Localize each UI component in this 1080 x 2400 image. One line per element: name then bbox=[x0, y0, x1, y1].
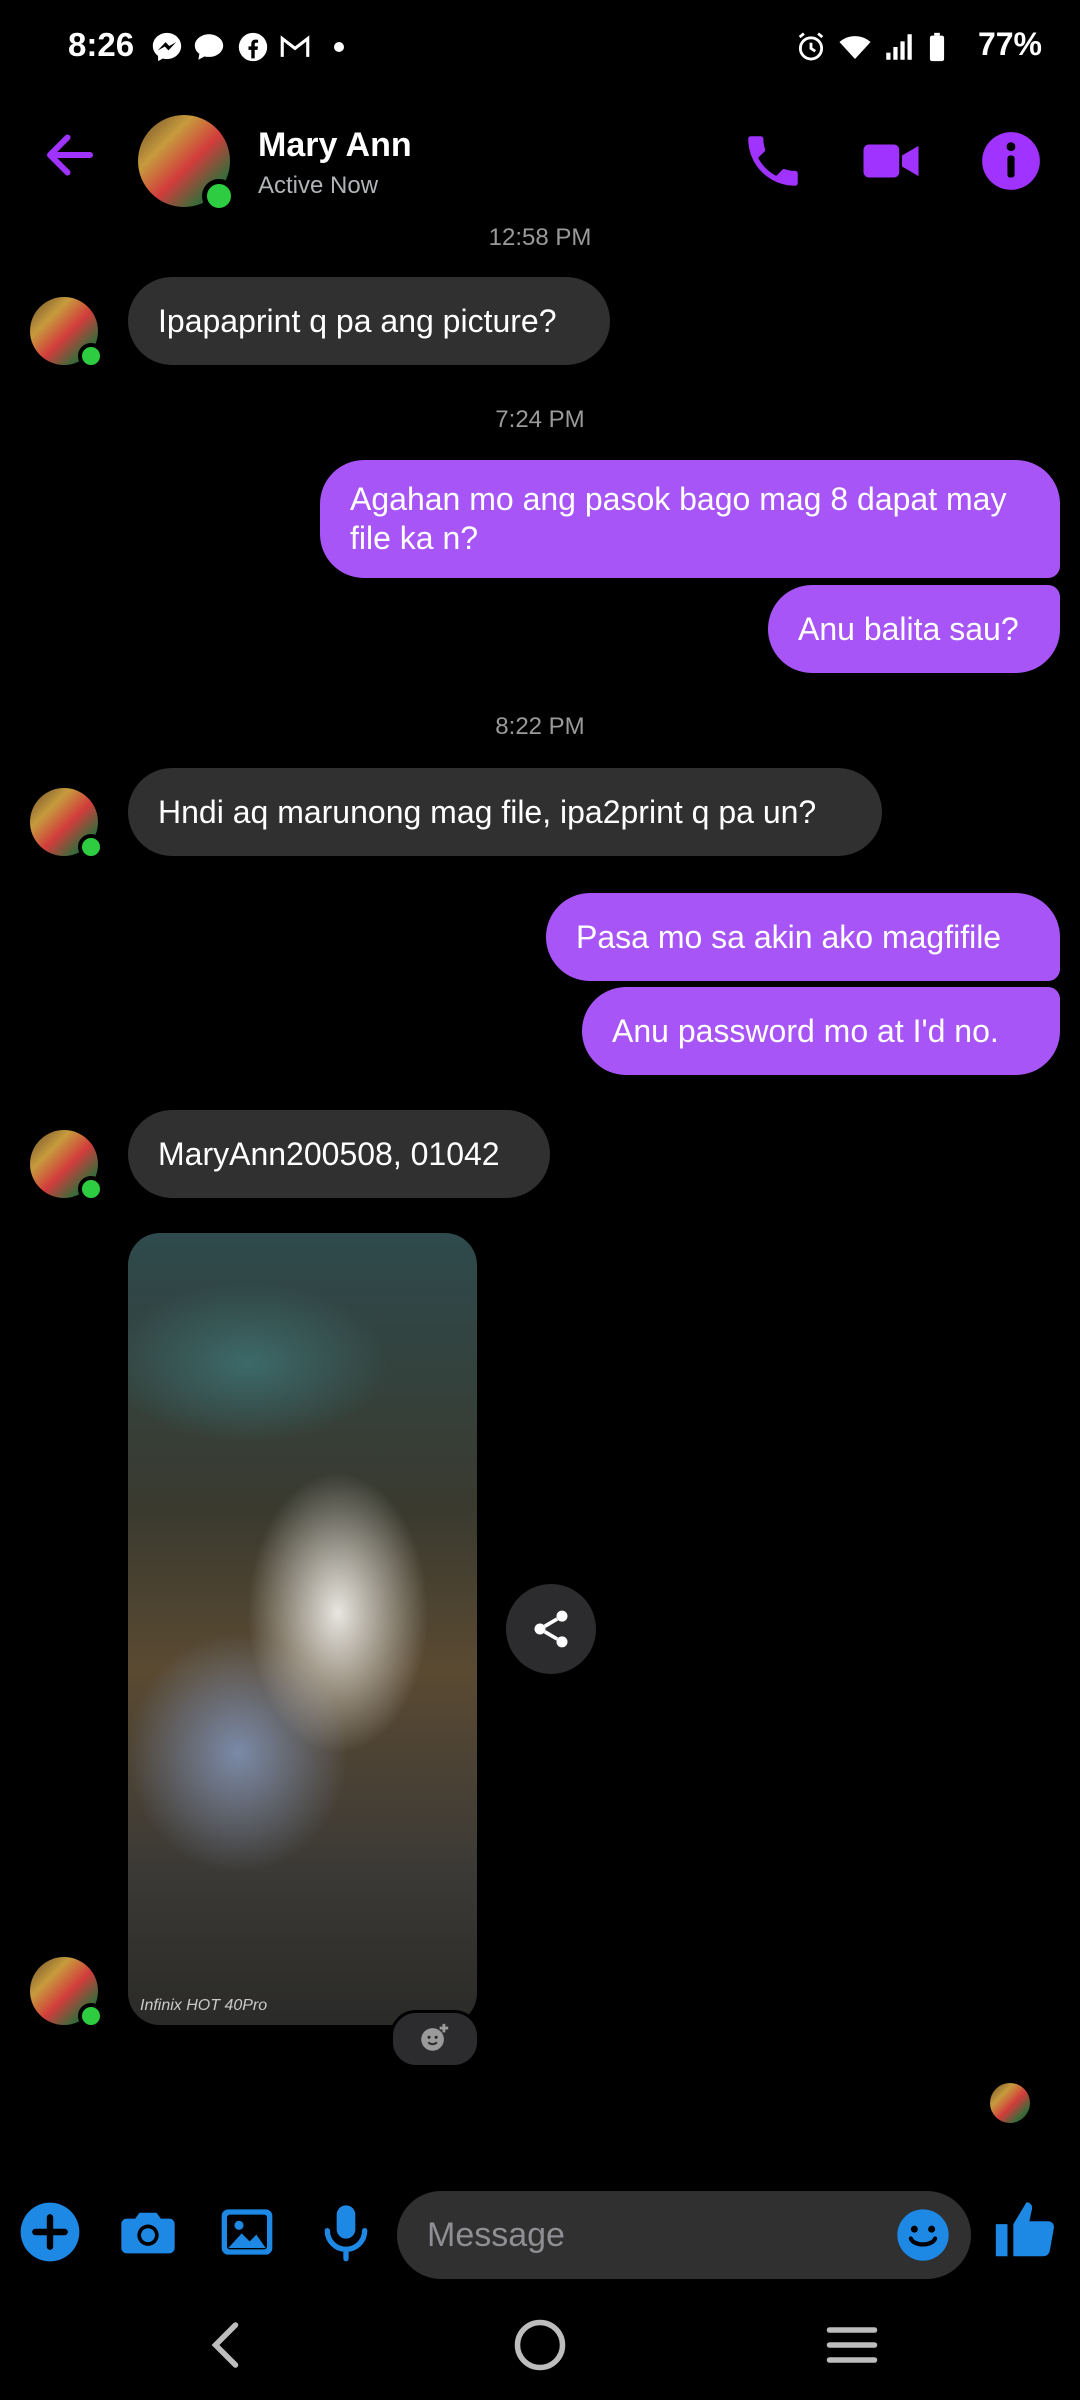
outgoing-message[interactable]: Anu password mo at I'd no. bbox=[582, 987, 1060, 1075]
dot-icon bbox=[334, 42, 344, 52]
video-icon[interactable] bbox=[858, 128, 924, 194]
phone-icon[interactable] bbox=[740, 128, 806, 194]
outgoing-message[interactable]: Pasa mo sa akin ako magfifile bbox=[546, 893, 1060, 981]
timestamp: 8:22 PM bbox=[495, 713, 585, 740]
messenger-icon bbox=[152, 32, 182, 62]
share-icon bbox=[534, 1610, 568, 1648]
chat-icon bbox=[194, 34, 224, 60]
status-time: 8:26 bbox=[68, 26, 135, 63]
outgoing-message[interactable]: Agahan mo ang pasok bago mag 8 dapat may… bbox=[320, 460, 1060, 578]
photo-watermark: Infinix HOT 40Pro bbox=[140, 1997, 268, 2014]
home-nav-icon[interactable] bbox=[510, 2315, 570, 2375]
battery-percentage: 77% bbox=[977, 26, 1042, 62]
seen-receipt-avatar bbox=[990, 2083, 1030, 2123]
gmail-icon bbox=[280, 35, 310, 57]
online-indicator bbox=[202, 179, 236, 213]
online-indicator bbox=[78, 1176, 104, 1202]
add-reaction-button[interactable] bbox=[390, 2010, 480, 2068]
incoming-message[interactable]: Hndi aq marunong mag file, ipa2print q p… bbox=[128, 768, 882, 856]
message-avatar bbox=[30, 1957, 104, 2029]
facebook-icon bbox=[238, 32, 268, 62]
battery-icon bbox=[929, 32, 945, 62]
thumbs-up-icon[interactable] bbox=[990, 2195, 1060, 2265]
recents-nav-icon[interactable] bbox=[822, 2315, 882, 2375]
mic-icon[interactable] bbox=[314, 2200, 378, 2264]
timestamp: 7:24 PM bbox=[495, 406, 585, 433]
contact-status: Active Now bbox=[258, 172, 379, 199]
online-indicator bbox=[78, 2003, 104, 2029]
camera-icon[interactable] bbox=[116, 2200, 180, 2264]
outgoing-message[interactable]: Anu balita sau? bbox=[768, 585, 1060, 673]
emoji-icon[interactable] bbox=[895, 2207, 951, 2263]
back-nav-icon[interactable] bbox=[198, 2315, 258, 2375]
incoming-message[interactable]: MaryAnn200508, 01042 bbox=[128, 1110, 550, 1198]
timestamp: 12:58 PM bbox=[488, 224, 592, 251]
message-input[interactable]: Message bbox=[397, 2191, 971, 2279]
wifi-icon bbox=[839, 36, 871, 60]
signal-icon bbox=[886, 34, 912, 60]
message-avatar bbox=[30, 297, 104, 369]
info-icon[interactable] bbox=[978, 128, 1044, 194]
online-indicator bbox=[78, 834, 104, 860]
message-placeholder: Message bbox=[427, 2216, 565, 2254]
alarm-icon bbox=[798, 32, 824, 61]
gallery-icon[interactable] bbox=[215, 2200, 279, 2264]
image-message[interactable]: Infinix HOT 40Pro bbox=[128, 1233, 477, 2025]
back-arrow-icon[interactable] bbox=[40, 125, 100, 185]
share-button[interactable] bbox=[506, 1584, 596, 1674]
plus-icon[interactable] bbox=[18, 2200, 82, 2264]
online-indicator bbox=[78, 343, 104, 369]
contact-avatar[interactable] bbox=[138, 115, 236, 213]
message-avatar bbox=[30, 788, 104, 860]
message-avatar bbox=[30, 1130, 104, 1202]
add-reaction-icon bbox=[421, 2023, 449, 2051]
contact-name[interactable]: Mary Ann bbox=[258, 126, 412, 165]
incoming-message[interactable]: Ipapaprint q pa ang picture? bbox=[128, 277, 610, 365]
status-bar: 8:26 77% bbox=[0, 0, 1080, 95]
